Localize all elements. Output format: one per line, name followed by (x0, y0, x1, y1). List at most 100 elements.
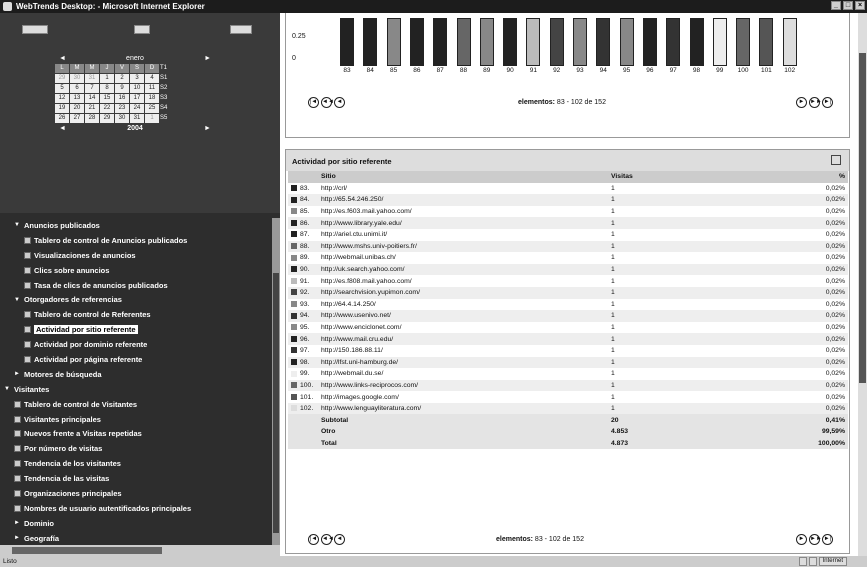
export-icon[interactable] (831, 155, 841, 165)
nav-item[interactable]: Tablero de control de Anuncios publicado… (0, 233, 270, 248)
report-vertical-scrollbar[interactable] (858, 13, 867, 556)
week-number[interactable]: S4 (160, 104, 176, 113)
site-link[interactable]: http://www.library.yale.edu/ (318, 217, 608, 229)
calendar-day[interactable]: 12 (55, 94, 69, 103)
calendar-day[interactable]: 1 (100, 74, 114, 83)
calendar-day[interactable]: 17 (130, 94, 144, 103)
calendar-day[interactable]: 11 (145, 84, 159, 93)
expand-arrow-icon[interactable]: ▼ (4, 386, 12, 392)
site-link[interactable]: http://64.4.14.250/ (318, 299, 608, 311)
site-link[interactable]: http://webmail.du.se/ (318, 368, 608, 380)
calendar-day[interactable]: 26 (55, 114, 69, 123)
calendar-day[interactable]: 31 (130, 114, 144, 123)
prev-page-icon[interactable]: ◄ (334, 534, 345, 545)
site-link[interactable]: http://150.186.88.11/ (318, 345, 608, 357)
nav-item[interactable]: Tablero de control de Visitantes (0, 397, 270, 412)
calendar-day[interactable]: 25 (145, 104, 159, 113)
calendar-day[interactable]: 22 (100, 104, 114, 113)
calendar-day[interactable]: 21 (85, 104, 99, 113)
site-link[interactable]: http://65.54.246.250/ (318, 194, 608, 206)
calendar-day[interactable]: 28 (85, 114, 99, 123)
prev-year-icon[interactable]: ◄ (59, 125, 66, 132)
calendar-day[interactable]: 3 (130, 74, 144, 83)
expand-arrow-icon[interactable]: ▼ (14, 297, 22, 303)
prev-group-icon[interactable]: ◄◄ (321, 534, 334, 545)
site-link[interactable]: http://www.mail.cru.edu/ (318, 333, 608, 345)
calendar-day[interactable]: 10 (130, 84, 144, 93)
calendar-day[interactable]: 20 (70, 104, 84, 113)
nav-item[interactable]: Visualizaciones de anuncios (0, 248, 270, 263)
site-link[interactable]: http://www.mshs.univ-poitiers.fr/ (318, 240, 608, 253)
nav-item[interactable]: ► Dominio (0, 516, 270, 531)
expand-arrow-icon[interactable]: ▼ (14, 222, 22, 228)
prev-group-icon[interactable]: ◄◄ (321, 97, 334, 108)
nav-item[interactable]: Tendencia de los visitantes (0, 456, 270, 471)
nav-item[interactable]: ► Motores de búsqueda (0, 367, 270, 382)
calendar-day[interactable]: 8 (100, 84, 114, 93)
week-number[interactable]: S5 (160, 114, 176, 123)
next-month-icon[interactable]: ► (204, 55, 211, 62)
site-link[interactable]: http://www.usenivo.net/ (318, 310, 608, 322)
calendar-day[interactable]: 23 (115, 104, 129, 113)
site-link[interactable]: http://uk.search.yahoo.com/ (318, 263, 608, 276)
week-number[interactable]: S1 (160, 74, 176, 83)
nav-item[interactable]: Nombres de usuario autentificados princi… (0, 501, 270, 516)
collapse-arrow-icon[interactable]: ► (14, 535, 22, 541)
nav-item[interactable]: Por número de visitas (0, 441, 270, 456)
calendar-day[interactable]: 13 (70, 94, 84, 103)
nav-item[interactable]: ▼ Visitantes (0, 382, 270, 397)
calendar-day[interactable]: 30 (70, 74, 84, 83)
site-link[interactable]: http://crl/ (318, 183, 608, 195)
site-link[interactable]: http://lfst.uni-hamburg.de/ (318, 356, 608, 369)
nav-item[interactable]: Organizaciones principales (0, 486, 270, 501)
site-link[interactable]: http://www.lenguayliteratura.com/ (318, 402, 608, 415)
calendar-day[interactable]: 14 (85, 94, 99, 103)
grid-view-button[interactable] (134, 25, 150, 34)
first-page-icon[interactable]: |◄ (308, 534, 319, 545)
calendar-day[interactable]: 29 (55, 74, 69, 83)
nav-item[interactable]: Actividad por página referente (0, 352, 270, 367)
collapse-arrow-icon[interactable]: ► (14, 371, 22, 377)
maximize-button[interactable]: □ (843, 1, 853, 10)
site-link[interactable]: http://www.links-reciprocos.com/ (318, 379, 608, 392)
site-link[interactable]: http://es.f808.mail.yahoo.com/ (318, 275, 608, 287)
nav-vertical-scrollbar[interactable] (272, 218, 280, 545)
nav-item[interactable]: Clics sobre anuncios (0, 263, 270, 278)
nav-item[interactable]: ▼ Otorgadores de referencias (0, 292, 270, 307)
calendar-day[interactable]: 16 (115, 94, 129, 103)
calendar-day[interactable]: 4 (145, 74, 159, 83)
last-page-icon[interactable]: ►| (822, 97, 833, 108)
nav-item[interactable]: Tasa de clics de anuncios publicados (0, 278, 270, 293)
calendar-day[interactable]: 2 (115, 74, 129, 83)
next-group-icon[interactable]: ►► (809, 534, 822, 545)
calendar-day[interactable]: 9 (115, 84, 129, 93)
nav-item[interactable]: Actividad por dominio referente (0, 337, 270, 352)
nav-item[interactable]: Visitantes principales (0, 412, 270, 427)
nav-item[interactable]: Nuevos frente a Visitas repetidas (0, 426, 270, 441)
calendar-day[interactable]: 31 (85, 74, 99, 83)
calendar-day[interactable]: 24 (130, 104, 144, 113)
calendar-day[interactable]: 15 (100, 94, 114, 103)
calendar-day[interactable]: 1 (145, 114, 159, 123)
close-button[interactable]: × (855, 1, 865, 10)
export-button[interactable] (230, 25, 252, 34)
col-percent-header[interactable]: % (768, 171, 848, 183)
nav-item[interactable]: ▼ Anuncios publicados (0, 218, 270, 233)
week-number[interactable]: S3 (160, 94, 176, 103)
site-link[interactable]: http://webmail.unibas.ch/ (318, 252, 608, 264)
next-year-icon[interactable]: ► (204, 125, 211, 132)
calendar-day[interactable]: 19 (55, 104, 69, 113)
calendar-day[interactable]: 30 (115, 114, 129, 123)
site-link[interactable]: http://www.enciclonet.com/ (318, 322, 608, 334)
calendar-day[interactable]: 5 (55, 84, 69, 93)
nav-item[interactable]: Actividad por sitio referente (0, 322, 270, 337)
next-page-icon[interactable]: ► (796, 97, 807, 108)
next-page-icon[interactable]: ► (796, 534, 807, 545)
first-page-icon[interactable]: |◄ (308, 97, 319, 108)
site-link[interactable]: http://ariel.ctu.unimi.it/ (318, 229, 608, 241)
calendar-day[interactable]: 18 (145, 94, 159, 103)
nav-item[interactable]: ► Geografía (0, 531, 270, 545)
col-visits-header[interactable]: Visitas (608, 171, 768, 183)
prev-month-icon[interactable]: ◄ (59, 55, 66, 62)
prev-page-icon[interactable]: ◄ (334, 97, 345, 108)
